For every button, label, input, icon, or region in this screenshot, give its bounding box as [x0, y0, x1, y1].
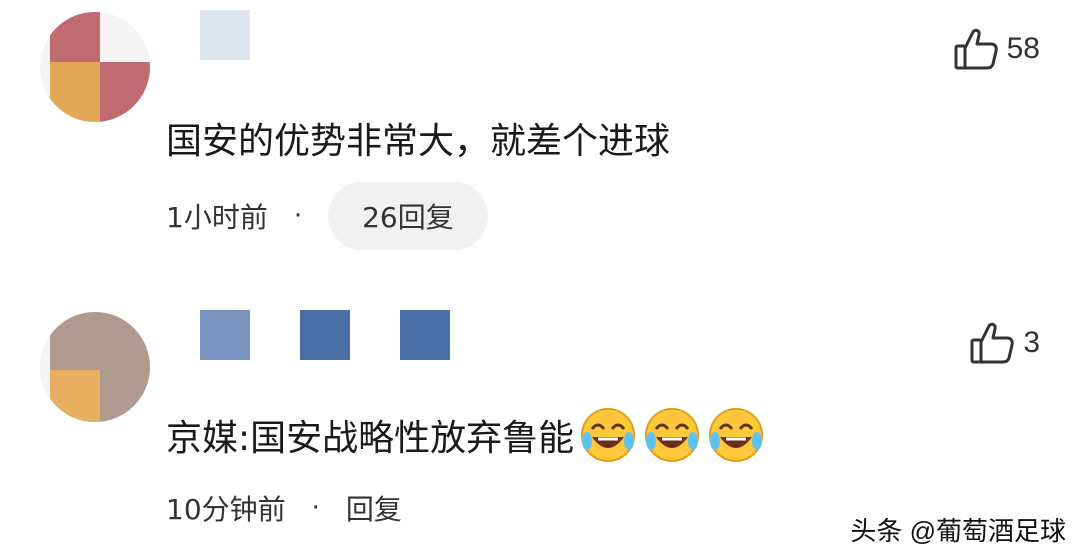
avatar[interactable] [40, 12, 150, 122]
watermark: 头条 @葡萄酒足球 [850, 516, 1066, 546]
comment-text: 国安的优势非常大，就差个进球 [166, 121, 671, 162]
comment-meta: 10分钟前 · 回复 [166, 488, 402, 528]
rolling-on-floor-laughing-icon [706, 405, 766, 465]
avatar-pixel [50, 62, 100, 122]
comment-text: 京媒:国安战略性放弃鲁能 [166, 418, 575, 459]
timestamp: 10分钟前 [166, 493, 286, 526]
rolling-on-floor-laughing-icon [642, 405, 702, 465]
like-count: 58 [1006, 32, 1040, 65]
like-button[interactable]: 58 [953, 26, 1040, 72]
rolling-on-floor-laughing-icon [578, 405, 638, 465]
avatar-pixel [50, 12, 100, 62]
avatar[interactable] [40, 312, 150, 422]
comment-text-row: 京媒:国安战略性放弃鲁能 [166, 405, 766, 465]
avatar-pixel [100, 62, 150, 122]
comment-meta: 1小时前 · 26回复 [166, 182, 488, 250]
reply-button[interactable]: 回复 [346, 488, 402, 528]
thumbs-up-icon [953, 26, 999, 72]
separator-dot: · [293, 201, 303, 231]
timestamp: 1小时前 [166, 201, 268, 234]
separator-dot: · [311, 493, 320, 523]
reply-button[interactable]: 26回复 [328, 182, 488, 250]
comment-item: 58 国安的优势非常大，就差个进球 1小时前 · 26回复 [0, 0, 1080, 290]
avatar-pixel [50, 370, 100, 422]
like-button[interactable]: 3 [969, 320, 1040, 366]
thumbs-up-icon [969, 320, 1015, 366]
like-count: 3 [1023, 326, 1040, 359]
